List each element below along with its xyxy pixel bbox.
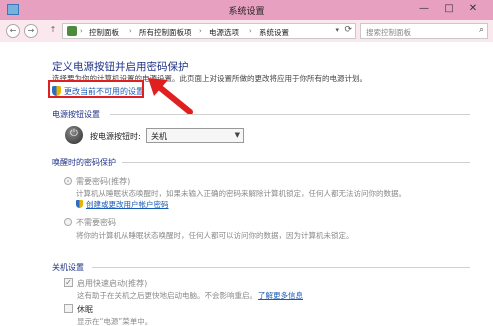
breadcrumb-separator: › — [80, 27, 83, 35]
no-password-radio[interactable] — [64, 218, 72, 226]
close-button[interactable]: ✕ — [467, 3, 479, 15]
breadcrumb-item-system-settings[interactable]: 系统设置 — [259, 27, 289, 38]
chevron-down-icon: ▼ — [234, 131, 240, 139]
forward-arrow-icon[interactable]: → — [24, 24, 38, 38]
breadcrumb-separator: › — [129, 27, 132, 35]
power-button-action-select[interactable]: 关机 ▼ — [146, 128, 244, 143]
search-icon[interactable]: ⌕ — [479, 25, 484, 35]
divider — [92, 267, 470, 268]
no-password-label: 不需要密码 — [76, 218, 116, 227]
section-title-power-button: 电源按钮设置 — [52, 110, 100, 119]
search-input[interactable]: 搜索控制面板 ⌕ — [360, 23, 488, 39]
section-title-wake-password: 唤醒时的密码保护 — [52, 158, 116, 167]
power-button-action-value: 关机 — [151, 132, 167, 141]
learn-more-link[interactable]: 了解更多信息 — [258, 290, 303, 301]
main-content: 定义电源按钮并启用密码保护 选择要为你的计算机设置的电源设置。此页面上对设置所做… — [0, 42, 493, 326]
refresh-icon[interactable]: ⟳ — [344, 25, 352, 35]
breadcrumb[interactable]: › 控制面板 › 所有控制面板项 › 电源选项 › 系统设置 ▾ ⟳ — [62, 23, 356, 39]
address-toolbar: ← → ↑ › 控制面板 › 所有控制面板项 › 电源选项 › 系统设置 ▾ ⟳… — [0, 20, 493, 42]
hibernate-checkbox[interactable] — [64, 304, 73, 313]
require-password-radio[interactable] — [64, 177, 72, 185]
divider — [122, 162, 470, 163]
hibernate-label: 休眠 — [77, 305, 93, 314]
create-password-link[interactable]: 创建或更改用户帐户密码 — [86, 199, 169, 210]
require-password-description: 计算机从睡眠状态唤醒时，如果未输入正确的密码来解除计算机锁定，任何人都无法访问你… — [76, 189, 406, 198]
back-arrow-icon[interactable]: ← — [6, 24, 20, 38]
no-password-description: 将你的计算机从睡眠状态唤醒时，任何人都可以访问你的数据，因为计算机未锁定。 — [76, 231, 354, 240]
divider — [110, 114, 470, 115]
section-title-shutdown: 关机设置 — [52, 263, 84, 272]
fast-startup-label: 启用快速启动(推荐) — [77, 279, 148, 288]
control-panel-home-icon — [67, 26, 77, 36]
require-password-label: 需要密码(推荐) — [76, 177, 131, 186]
search-placeholder: 搜索控制面板 — [366, 28, 411, 37]
red-arrow-icon — [148, 78, 193, 115]
highlight-box — [48, 80, 144, 98]
fast-startup-description: 这有助于在关机之后更快地启动电脑。不会影响重启。 — [77, 291, 257, 300]
hibernate-description: 显示在“电源”菜单中。 — [77, 317, 153, 326]
chevron-down-icon[interactable]: ▾ — [335, 26, 339, 34]
power-button-label: 按电源按钮时: — [90, 132, 141, 141]
power-button-icon — [65, 126, 83, 144]
title-bar: 系统设置 — □ ✕ — [0, 0, 493, 20]
up-arrow-icon[interactable]: ↑ — [46, 24, 60, 38]
breadcrumb-item-all-items[interactable]: 所有控制面板项 — [139, 27, 192, 38]
breadcrumb-item-control-panel[interactable]: 控制面板 — [89, 27, 119, 38]
uac-shield-icon — [76, 200, 83, 208]
breadcrumb-separator: › — [199, 27, 202, 35]
maximize-button[interactable]: □ — [443, 3, 455, 15]
breadcrumb-separator: › — [249, 27, 252, 35]
fast-startup-checkbox[interactable]: ✓ — [64, 278, 73, 287]
minimize-button[interactable]: — — [418, 3, 430, 15]
breadcrumb-item-power-options[interactable]: 电源选项 — [209, 27, 239, 38]
